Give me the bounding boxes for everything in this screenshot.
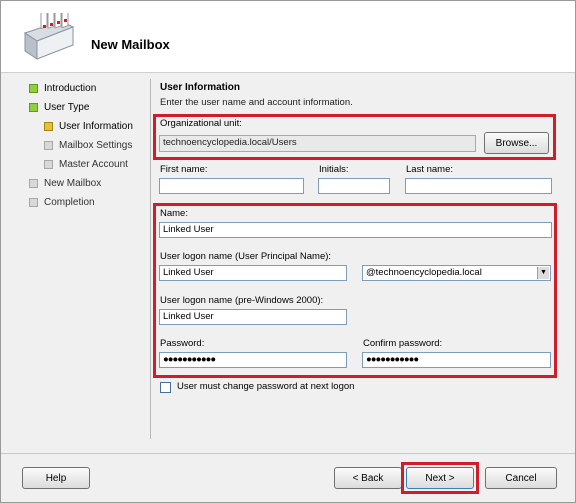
initials-label: Initials: (319, 164, 349, 175)
step-label: Completion (44, 196, 95, 208)
upn-domain-value: @technoencyclopedia.local (366, 267, 482, 278)
upn-input[interactable]: Linked User (159, 265, 347, 281)
wizard-title: New Mailbox (91, 37, 170, 52)
step-completion: Completion (29, 194, 95, 210)
step-label: Mailbox Settings (59, 139, 133, 151)
dropdown-arrow-icon[interactable]: ▼ (537, 267, 549, 279)
pending-step-icon (29, 178, 38, 188)
step-label: New Mailbox (44, 177, 102, 189)
initials-input[interactable] (318, 178, 390, 194)
wizard-header: New Mailbox (1, 1, 575, 73)
name-label: Name: (160, 208, 188, 219)
pending-step-icon (44, 159, 53, 169)
cancel-button[interactable]: Cancel (485, 467, 557, 489)
step-mailbox-settings: Mailbox Settings (44, 137, 132, 153)
section-title: User Information (160, 82, 241, 93)
password-input[interactable]: ●●●●●●●●●●● (159, 352, 347, 368)
section-description: Enter the user name and account informat… (160, 97, 353, 108)
next-button[interactable]: Next > (406, 467, 474, 489)
must-change-password-label: User must change password at next logon (177, 381, 355, 392)
completed-step-icon (29, 83, 38, 93)
confirm-password-input[interactable]: ●●●●●●●●●●● (362, 352, 551, 368)
mailbox-wizard-icon (23, 13, 75, 60)
completed-step-icon (29, 102, 38, 112)
last-name-label: Last name: (406, 164, 453, 175)
step-label: Master Account (59, 158, 128, 170)
step-user-information: User Information (44, 118, 133, 134)
new-mailbox-wizard: New Mailbox Introduction User Type User … (0, 0, 576, 503)
pending-step-icon (29, 197, 38, 207)
pre2000-label: User logon name (pre-Windows 2000): (160, 295, 324, 306)
footer-divider (1, 453, 575, 454)
current-step-icon (44, 121, 53, 131)
browse-button[interactable]: Browse... (484, 132, 549, 154)
password-label: Password: (160, 338, 205, 349)
step-master-account: Master Account (44, 156, 128, 172)
pending-step-icon (44, 140, 53, 150)
step-new-mailbox: New Mailbox (29, 175, 101, 191)
step-label: User Type (44, 101, 90, 113)
first-name-label: First name: (160, 164, 208, 175)
pre2000-input[interactable]: Linked User (159, 309, 347, 325)
step-label: User Information (59, 120, 133, 132)
step-user-type: User Type (29, 99, 89, 115)
last-name-input[interactable] (405, 178, 552, 194)
step-label: Introduction (44, 82, 97, 94)
first-name-input[interactable] (159, 178, 304, 194)
nav-divider (150, 79, 151, 439)
must-change-password-checkbox[interactable] (160, 382, 171, 393)
org-unit-field: technoencyclopedia.local/Users (159, 135, 476, 152)
confirm-password-label: Confirm password: (363, 338, 443, 349)
name-input[interactable]: Linked User (159, 222, 552, 238)
org-unit-label: Organizational unit: (160, 118, 242, 129)
upn-domain-select[interactable]: @technoencyclopedia.local ▼ (362, 265, 551, 281)
help-button[interactable]: Help (22, 467, 90, 489)
step-introduction: Introduction (29, 80, 96, 96)
back-button[interactable]: < Back (334, 467, 402, 489)
upn-label: User logon name (User Principal Name): (160, 251, 332, 262)
